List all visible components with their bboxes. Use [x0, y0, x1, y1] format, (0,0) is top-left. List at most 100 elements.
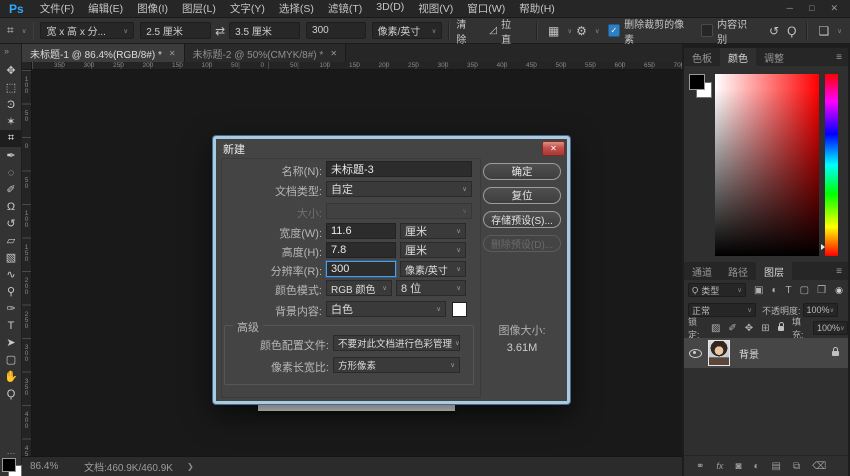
magic-wand-tool[interactable]: ✶: [0, 113, 22, 130]
layer-mask-icon[interactable]: ◙: [735, 461, 741, 472]
layer-group-icon[interactable]: ▤: [772, 461, 781, 472]
filter-toggle-icon[interactable]: ◉: [835, 285, 843, 296]
foreground-color-swatch[interactable]: [2, 458, 16, 472]
document-canvas[interactable]: [258, 404, 455, 411]
edit-toolbar-button[interactable]: …: [0, 446, 22, 456]
color-tab-颜色[interactable]: 颜色: [720, 48, 756, 66]
smudge-tool[interactable]: ∿: [0, 266, 22, 283]
hue-slider-handle[interactable]: [821, 244, 825, 250]
name-input[interactable]: 未标题-3: [326, 161, 472, 177]
doc-type-dropdown[interactable]: 自定 ∨: [326, 181, 472, 197]
clear-button[interactable]: 清除: [456, 16, 475, 46]
shape-tool[interactable]: ▢: [0, 351, 22, 368]
resolution-unit-dropdown[interactable]: 像素/英寸 ∨: [371, 22, 443, 39]
adjustment-layer-icon[interactable]: ◐: [753, 461, 759, 472]
crop-tool[interactable]: ⌗: [0, 130, 22, 147]
menu-item-10[interactable]: 帮助(H): [519, 1, 555, 16]
maximize-button[interactable]: □: [809, 3, 814, 14]
menu-item-2[interactable]: 图像(I): [137, 1, 168, 16]
lasso-tool[interactable]: Ͽ: [0, 96, 22, 113]
filter-pixel-icon[interactable]: ▣: [754, 285, 763, 296]
layer-visibility-eye-icon[interactable]: [689, 348, 702, 358]
background-color-swatch[interactable]: [452, 302, 467, 317]
bit-depth-dropdown[interactable]: 8 位 ∨: [396, 280, 466, 296]
height-unit-dropdown[interactable]: 厘米 ∨: [400, 242, 466, 258]
foreground-color-swatch[interactable]: [689, 74, 705, 90]
background-contents-dropdown[interactable]: 白色 ∨: [326, 301, 446, 317]
crop-ratio-dropdown[interactable]: 宽 x 高 x 分... ∨: [40, 22, 135, 39]
fill-value[interactable]: 100% ∨: [813, 321, 848, 335]
toolbar-collapse-button[interactable]: »: [4, 46, 9, 56]
straighten-button[interactable]: 拉直: [501, 16, 520, 46]
menu-item-0[interactable]: 文件(F): [40, 1, 74, 16]
crop-settings-gear-icon[interactable]: ⚙: [576, 24, 587, 38]
filter-type-icon[interactable]: T: [786, 285, 792, 296]
gradient-tool[interactable]: ▧: [0, 249, 22, 266]
layer-row-background[interactable]: 背景: [684, 338, 848, 368]
eyedropper-tool[interactable]: ✒: [0, 147, 22, 164]
height-input[interactable]: 7.8: [326, 242, 396, 258]
resolution-input[interactable]: 300: [326, 261, 396, 277]
delete-cropped-pixels-checkbox[interactable]: ✓: [607, 24, 621, 37]
chevron-down-icon[interactable]: ∨: [595, 27, 600, 35]
status-options-arrow[interactable]: ❯: [187, 462, 194, 471]
hand-tool[interactable]: ✋: [0, 368, 22, 385]
crop-height-input[interactable]: 3.5 厘米: [229, 22, 301, 39]
ok-button[interactable]: 确定: [483, 163, 561, 180]
history-brush-tool[interactable]: ↺: [0, 215, 22, 232]
reset-button[interactable]: 复位: [483, 187, 561, 204]
move-tool[interactable]: ✥: [0, 62, 22, 79]
crop-width-input[interactable]: 2.5 厘米: [140, 22, 212, 39]
width-input[interactable]: 11.6: [326, 223, 396, 239]
content-aware-checkbox[interactable]: [700, 24, 714, 37]
menu-item-5[interactable]: 选择(S): [279, 1, 314, 16]
hue-slider[interactable]: [821, 74, 838, 256]
delete-layer-icon[interactable]: ⌫: [812, 461, 826, 472]
color-tab-调整[interactable]: 调整: [756, 48, 792, 66]
type-tool[interactable]: T: [0, 317, 22, 334]
foreground-background-swatches[interactable]: [2, 458, 22, 476]
lock-pixels-icon[interactable]: ✐: [728, 323, 736, 334]
close-button[interactable]: ✕: [830, 3, 838, 14]
layer-filter-type-dropdown[interactable]: Ϙ 类型 ∨: [688, 283, 746, 297]
workspace-icon[interactable]: ❏: [818, 24, 829, 38]
layers-tab-路径[interactable]: 路径: [720, 262, 756, 280]
menu-item-1[interactable]: 编辑(E): [88, 1, 123, 16]
lock-all-icon[interactable]: [777, 321, 785, 331]
color-tab-色板[interactable]: 色板: [684, 48, 720, 66]
tab-close-icon[interactable]: ✕: [169, 49, 176, 58]
pen-tool[interactable]: ✑: [0, 300, 22, 317]
layers-tab-图层[interactable]: 图层: [756, 262, 792, 280]
new-layer-icon[interactable]: ⧉: [793, 461, 800, 472]
panel-color-swatches[interactable]: [689, 74, 715, 100]
panel-menu-icon[interactable]: ≡: [836, 52, 842, 63]
dodge-tool[interactable]: ⚲: [0, 283, 22, 300]
filter-shape-icon[interactable]: ▢: [800, 285, 809, 296]
clone-stamp-tool[interactable]: Ω: [0, 198, 22, 215]
crop-tool-preset-icon[interactable]: ⌗: [7, 23, 14, 38]
menu-item-3[interactable]: 图层(L): [182, 1, 216, 16]
lock-transparent-icon[interactable]: ▨: [711, 323, 720, 334]
layers-tab-通道[interactable]: 通道: [684, 262, 720, 280]
filter-adjustment-icon[interactable]: ◐: [771, 285, 777, 296]
width-unit-dropdown[interactable]: 厘米 ∨: [400, 223, 466, 239]
menu-item-9[interactable]: 窗口(W): [467, 1, 505, 16]
tab-close-icon[interactable]: ✕: [330, 49, 337, 58]
dialog-title-bar[interactable]: 新建 ✕: [216, 139, 567, 157]
pixel-aspect-dropdown[interactable]: 方形像素 ∨: [333, 357, 460, 373]
swap-dimensions-icon[interactable]: ⇄: [215, 24, 225, 38]
menu-item-8[interactable]: 视图(V): [418, 1, 453, 16]
document-tab-1[interactable]: 未标题-1 @ 86.4%(RGB/8#) * ✕: [22, 44, 185, 62]
save-preset-button[interactable]: 存储预设(S)...: [483, 211, 561, 228]
straighten-icon[interactable]: ◿: [489, 25, 497, 36]
lock-position-icon[interactable]: ✥: [745, 323, 753, 334]
link-layers-icon[interactable]: ⚭: [696, 461, 704, 472]
brush-tool[interactable]: ✐: [0, 181, 22, 198]
path-select-tool[interactable]: ➤: [0, 334, 22, 351]
chevron-down-icon[interactable]: ∨: [22, 27, 27, 35]
delete-cropped-pixels-label[interactable]: 删除裁剪的像素: [624, 16, 691, 46]
layer-style-icon[interactable]: fx: [716, 461, 723, 471]
dialog-close-button[interactable]: ✕: [542, 141, 565, 156]
menu-item-6[interactable]: 滤镜(T): [328, 1, 362, 16]
menu-item-7[interactable]: 3D(D): [376, 1, 404, 16]
